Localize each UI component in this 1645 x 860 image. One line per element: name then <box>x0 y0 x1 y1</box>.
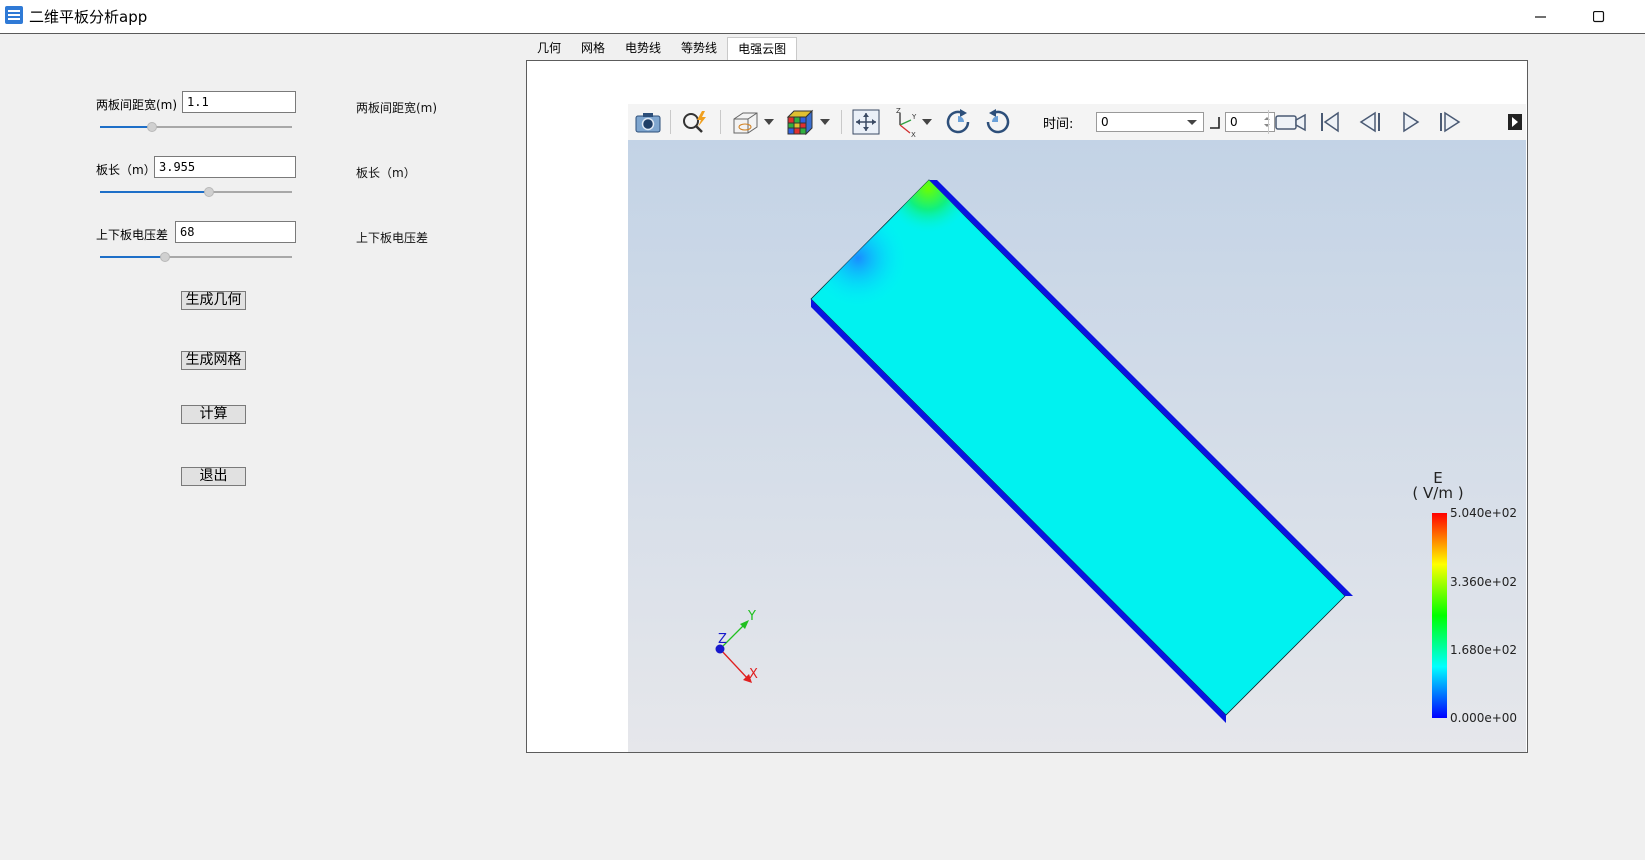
capacitor-plates <box>810 179 1353 723</box>
fit-view-icon <box>852 109 880 135</box>
gap-width-description: 两板间距宽(m) <box>356 101 438 115</box>
time-select-value: 0 <box>1101 115 1109 129</box>
voltage-diff-label: 上下板电压差 <box>96 228 169 242</box>
play-button[interactable] <box>1393 104 1427 140</box>
gap-width-slider[interactable] <box>100 120 292 134</box>
tab-field-contour[interactable]: 电强云图 <box>727 37 798 60</box>
display-style-dropdown[interactable] <box>762 104 776 140</box>
rotate-clockwise-button[interactable] <box>942 104 974 140</box>
gap-width-input[interactable]: 1.1 <box>182 91 296 113</box>
fit-view-button[interactable] <box>850 104 882 140</box>
wireframe-box-icon <box>733 112 758 134</box>
viewer-toolbar: Z Y X 时间: 0 0 <box>628 104 1526 141</box>
previous-frame-button[interactable] <box>1353 104 1387 140</box>
slider-fill <box>100 191 210 193</box>
color-map-button[interactable] <box>783 104 817 140</box>
window-title: 二维平板分析app <box>29 8 148 26</box>
maximize-button[interactable] <box>1576 0 1622 33</box>
color-map-dropdown[interactable] <box>818 104 832 140</box>
toolbar-separator <box>720 110 721 134</box>
generate-geometry-button[interactable]: 生成几何 <box>181 291 246 310</box>
skip-to-start-icon <box>1321 111 1339 133</box>
display-style-button[interactable] <box>728 104 762 140</box>
colorbar-tick: 0.000e+00 <box>1450 711 1517 725</box>
plate-length-input[interactable]: 3.955 <box>154 156 296 178</box>
axes-triad: Y X Z <box>715 609 758 683</box>
step-back-icon <box>1359 111 1380 133</box>
axis-z-label: Z <box>718 632 727 647</box>
toolbar-separator <box>841 110 842 134</box>
minimize-button[interactable] <box>1518 0 1564 33</box>
toolbar-overflow-button[interactable] <box>1504 104 1526 140</box>
axis-y-label: Y <box>747 609 756 624</box>
chevron-down-icon <box>922 119 932 125</box>
tab-geometry[interactable]: 几何 <box>527 37 571 60</box>
rotate-counterclockwise-button[interactable] <box>982 104 1014 140</box>
time-step-value: 0 <box>1230 115 1238 129</box>
compute-button[interactable]: 计算 <box>181 405 246 424</box>
colorbar-tick: 5.040e+02 <box>1450 506 1517 520</box>
maximize-icon <box>1593 10 1605 22</box>
tab-mesh[interactable]: 网格 <box>571 37 615 60</box>
rotate-clockwise-icon <box>946 109 970 134</box>
colorbar-gradient <box>1432 513 1447 718</box>
view-orientation-dropdown[interactable] <box>920 104 934 140</box>
first-frame-button[interactable] <box>1313 104 1347 140</box>
color-cube-icon <box>786 109 814 136</box>
voltage-diff-description: 上下板电压差 <box>356 231 429 245</box>
generate-mesh-button[interactable]: 生成网格 <box>181 351 246 370</box>
step-forward-icon <box>1440 111 1461 133</box>
title-bar: 二维平板分析app <box>0 0 1645 34</box>
time-label: 时间: <box>1043 117 1074 132</box>
pick-query-button[interactable] <box>678 104 712 140</box>
exit-button[interactable]: 退出 <box>181 467 246 486</box>
gap-width-label: 两板间距宽(m) <box>96 98 178 112</box>
rotate-counterclockwise-icon <box>986 109 1010 134</box>
chevron-down-icon <box>820 119 830 125</box>
voltage-diff-slider[interactable] <box>100 250 292 264</box>
plate-length-label: 板长（m） <box>96 163 156 177</box>
colorbar-unit: ( V/m ) <box>1412 484 1463 502</box>
viewport-3d[interactable]: Y X Z E ( V/m ) 5.040e+02 3.360e+02 1.68… <box>628 140 1526 752</box>
record-animation-button[interactable] <box>1271 104 1311 140</box>
app-icon <box>5 6 23 24</box>
camera-icon <box>635 113 661 133</box>
video-camera-icon <box>1275 113 1306 132</box>
spin-arrows-icon[interactable] <box>1264 116 1270 128</box>
overflow-arrow-icon <box>1508 114 1522 130</box>
color-legend: E ( V/m ) 5.040e+02 3.360e+02 1.680e+02 … <box>1412 469 1517 725</box>
high-field-spot <box>811 180 1345 715</box>
next-frame-button[interactable] <box>1433 104 1467 140</box>
plate-length-description: 板长（m） <box>356 166 416 180</box>
chevron-down-icon <box>1187 120 1197 125</box>
play-icon <box>1403 111 1420 133</box>
field-contour-plot: Y X Z E ( V/m ) 5.040e+02 3.360e+02 1.68… <box>715 179 1517 725</box>
tab-bar: 几何 网格 电势线 等势线 电强云图 <box>527 37 798 60</box>
time-select[interactable]: 0 <box>1096 112 1204 132</box>
colorbar-tick: 1.680e+02 <box>1450 643 1517 657</box>
xyz-axes-icon: Z Y X <box>896 107 917 137</box>
view-orientation-button[interactable]: Z Y X <box>890 104 920 140</box>
slider-handle[interactable] <box>146 122 157 132</box>
plate-length-slider[interactable] <box>100 185 292 199</box>
step-marker-icon <box>1210 117 1220 129</box>
tab-potential-lines[interactable]: 电势线 <box>615 37 671 60</box>
slider-handle[interactable] <box>160 252 171 262</box>
slider-handle[interactable] <box>204 187 215 197</box>
screenshot-button[interactable] <box>632 104 664 140</box>
voltage-diff-input[interactable]: 68 <box>175 221 296 243</box>
svg-text:Y: Y <box>911 113 917 121</box>
magnifier-lightning-icon <box>683 111 706 133</box>
tab-equipotential-lines[interactable]: 等势线 <box>671 37 727 60</box>
chevron-down-icon <box>764 119 774 125</box>
toolbar-separator <box>670 110 671 134</box>
toolbar-separator <box>1268 110 1269 134</box>
minimize-icon <box>1535 15 1546 18</box>
colorbar-tick: 3.360e+02 <box>1450 575 1517 589</box>
axis-x-label: X <box>749 667 758 682</box>
svg-text:Z: Z <box>896 107 901 115</box>
svg-text:X: X <box>911 131 916 137</box>
slider-fill <box>100 256 166 258</box>
slider-fill <box>100 126 152 128</box>
